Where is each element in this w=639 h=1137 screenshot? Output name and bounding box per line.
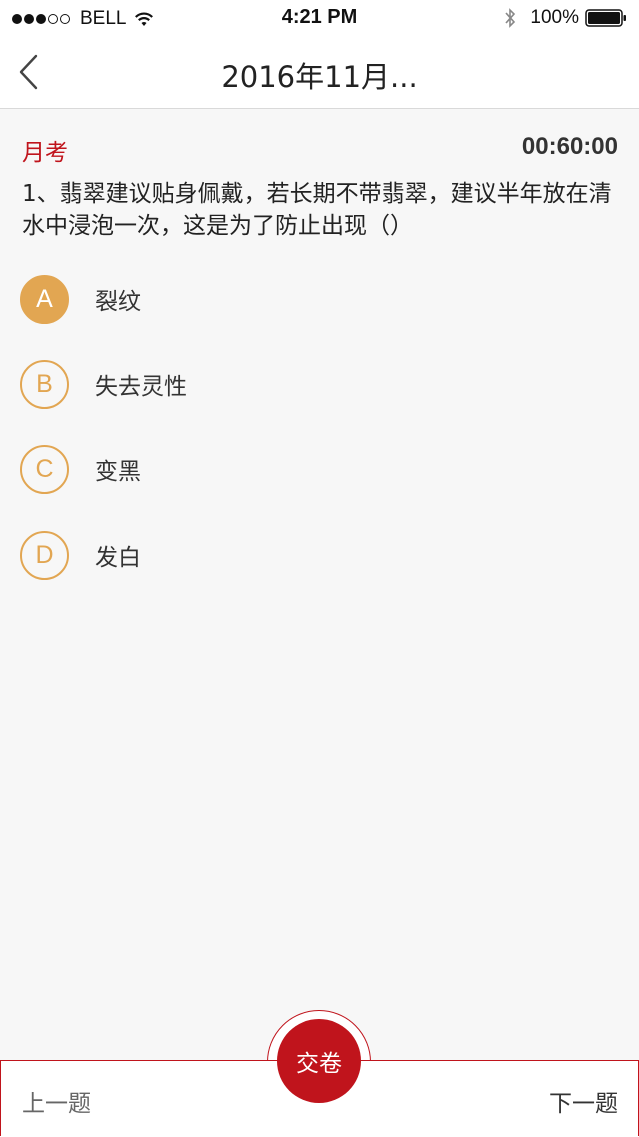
previous-question-button[interactable]: 上一题: [22, 1084, 91, 1118]
option-c-text[interactable]: 变黑: [95, 452, 141, 486]
page-title: 2016年11月...: [221, 60, 418, 94]
next-question-button[interactable]: 下一题: [549, 1084, 618, 1118]
option-d-text[interactable]: 发白: [95, 538, 141, 572]
bluetooth-icon: [505, 8, 516, 28]
bottom-bar-left-edge: [0, 1060, 1, 1136]
question-text: 1、翡翠建议贴身佩戴，若长期不带翡翠，建议半年放在清水中浸泡一次，这是为了防止出…: [22, 181, 612, 239]
exam-type-label: 月考: [22, 140, 68, 166]
submit-exam-button[interactable]: 交卷: [277, 1019, 361, 1103]
status-bar: BELL 4:21 PM 100%: [0, 0, 639, 36]
option-d-circle[interactable]: D: [20, 530, 69, 580]
option-a[interactable]: A 裂纹: [20, 274, 141, 324]
battery-icon: [585, 9, 626, 27]
option-a-text[interactable]: 裂纹: [95, 282, 141, 316]
option-b-text[interactable]: 失去灵性: [95, 367, 187, 401]
status-right: 100%: [504, 7, 627, 29]
countdown-timer: 00:60:00: [521, 133, 618, 160]
option-c[interactable]: C 变黑: [20, 444, 141, 494]
option-d[interactable]: D 发白: [20, 530, 141, 580]
option-b[interactable]: B 失去灵性: [20, 359, 187, 409]
option-a-circle[interactable]: A: [20, 274, 69, 324]
option-c-circle[interactable]: C: [20, 444, 69, 494]
option-b-circle[interactable]: B: [20, 359, 69, 409]
battery-percent: 100%: [530, 7, 579, 28]
nav-bar: 2016年11月...: [0, 36, 639, 109]
